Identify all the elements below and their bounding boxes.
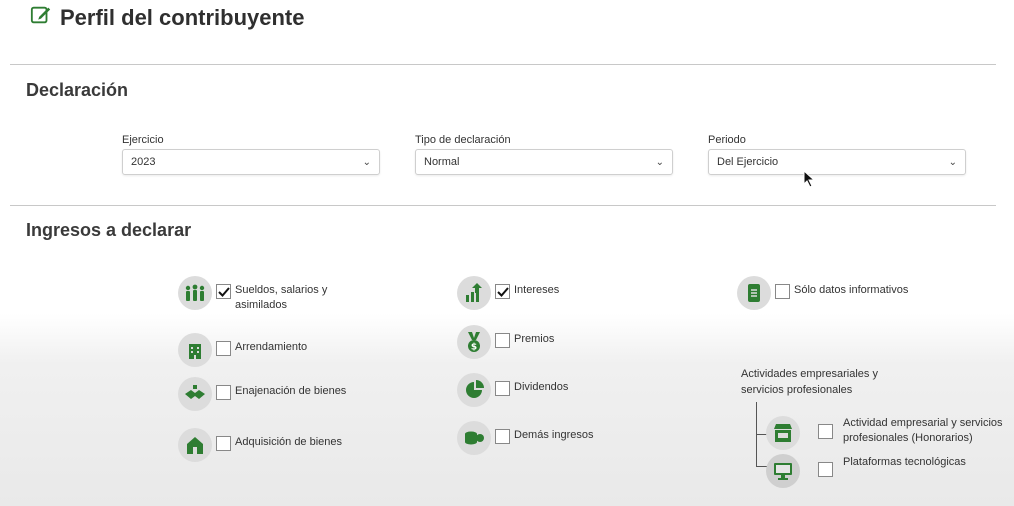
ingreso-intereses[interactable]: Intereses — [457, 276, 559, 310]
informativos-label: Sólo datos informativos — [794, 284, 909, 296]
document-icon — [737, 276, 771, 310]
chevron-down-icon: ⌄ — [655, 156, 664, 168]
plataformas-label: Plataformas tecnológicas — [843, 456, 966, 468]
premios-label: Premios — [514, 333, 555, 345]
demas-checkbox[interactable] — [495, 429, 510, 444]
ejercicio-value: 2023 — [131, 156, 156, 168]
house-icon — [178, 428, 212, 462]
informativos-checkbox[interactable] — [775, 284, 790, 299]
arrendamiento-checkbox[interactable] — [216, 341, 231, 356]
honorarios-label: Actividad empresarial y servicios profes… — [843, 417, 1003, 444]
section-title-declaracion: Declaración — [26, 80, 129, 100]
chevron-down-icon: ⌄ — [948, 156, 957, 168]
medal-icon: $ — [457, 325, 491, 359]
enajenacion-label: Enajenación de bienes — [235, 385, 347, 397]
sueldos-label: Sueldos, salarios y asimilados — [235, 284, 328, 311]
enajenacion-checkbox[interactable] — [216, 385, 231, 400]
ingreso-dividendos[interactable]: Dividendos — [457, 373, 568, 407]
adquisicion-checkbox[interactable] — [216, 436, 231, 451]
ingreso-premios[interactable]: $ Premios — [457, 325, 554, 359]
periodo-value: Del Ejercicio — [717, 156, 779, 168]
chevron-down-icon: ⌄ — [362, 156, 371, 168]
arrendamiento-label: Arrendamiento — [235, 341, 308, 353]
dividendos-checkbox[interactable] — [495, 381, 510, 396]
divider — [10, 64, 996, 65]
tipo-label: Tipo de declaración — [415, 134, 511, 146]
growth-icon — [457, 276, 491, 310]
ingreso-enajenacion[interactable]: Enajenación de bienes — [178, 377, 346, 411]
page-title-text: Perfil del contribuyente — [60, 5, 305, 30]
page-title: Perfil del contribuyente — [30, 4, 305, 32]
monitor-icon — [766, 454, 800, 488]
demas-label: Demás ingresos — [514, 429, 594, 441]
plataformas-checkbox[interactable] — [818, 462, 833, 477]
handshake-icon — [178, 377, 212, 411]
dividendos-label: Dividendos — [514, 381, 569, 393]
periodo-select[interactable]: Del Ejercicio ⌄ — [708, 149, 966, 175]
svg-text:$: $ — [471, 343, 477, 353]
pie-chart-icon — [457, 373, 491, 407]
premios-checkbox[interactable] — [495, 333, 510, 348]
honorarios-checkbox[interactable] — [818, 424, 833, 439]
coins-icon — [457, 421, 491, 455]
people-icon — [178, 276, 212, 310]
ejercicio-select[interactable]: 2023 ⌄ — [122, 149, 380, 175]
ingreso-informativos[interactable]: Sólo datos informativos — [737, 276, 908, 310]
sueldos-checkbox[interactable] — [216, 284, 231, 299]
section-title-ingresos: Ingresos a declarar — [26, 220, 192, 240]
adquisicion-label: Adquisición de bienes — [235, 436, 343, 448]
tipo-value: Normal — [424, 156, 460, 168]
ingreso-plataformas[interactable]: Plataformas tecnológicas — [766, 454, 966, 488]
intereses-label: Intereses — [514, 284, 560, 296]
actividades-title: Actividades empresariales y servicios pr… — [741, 368, 878, 396]
divider — [10, 205, 996, 206]
ingreso-arrendamiento[interactable]: Arrendamiento — [178, 333, 307, 367]
periodo-label: Periodo — [708, 134, 746, 146]
intereses-checkbox[interactable] — [495, 284, 510, 299]
ingreso-sueldos[interactable]: Sueldos, salarios y asimilados — [178, 276, 378, 313]
ingreso-adquisicion[interactable]: Adquisición de bienes — [178, 428, 342, 462]
edit-icon — [30, 4, 52, 32]
tipo-declaracion-select[interactable]: Normal ⌄ — [415, 149, 673, 175]
store-icon — [766, 416, 800, 450]
building-icon — [178, 333, 212, 367]
mouse-cursor-icon — [803, 170, 816, 188]
ejercicio-label: Ejercicio — [122, 134, 164, 146]
ingreso-honorarios[interactable]: Actividad empresarial y servicios profes… — [766, 416, 1014, 450]
ingreso-demas[interactable]: Demás ingresos — [457, 421, 593, 455]
